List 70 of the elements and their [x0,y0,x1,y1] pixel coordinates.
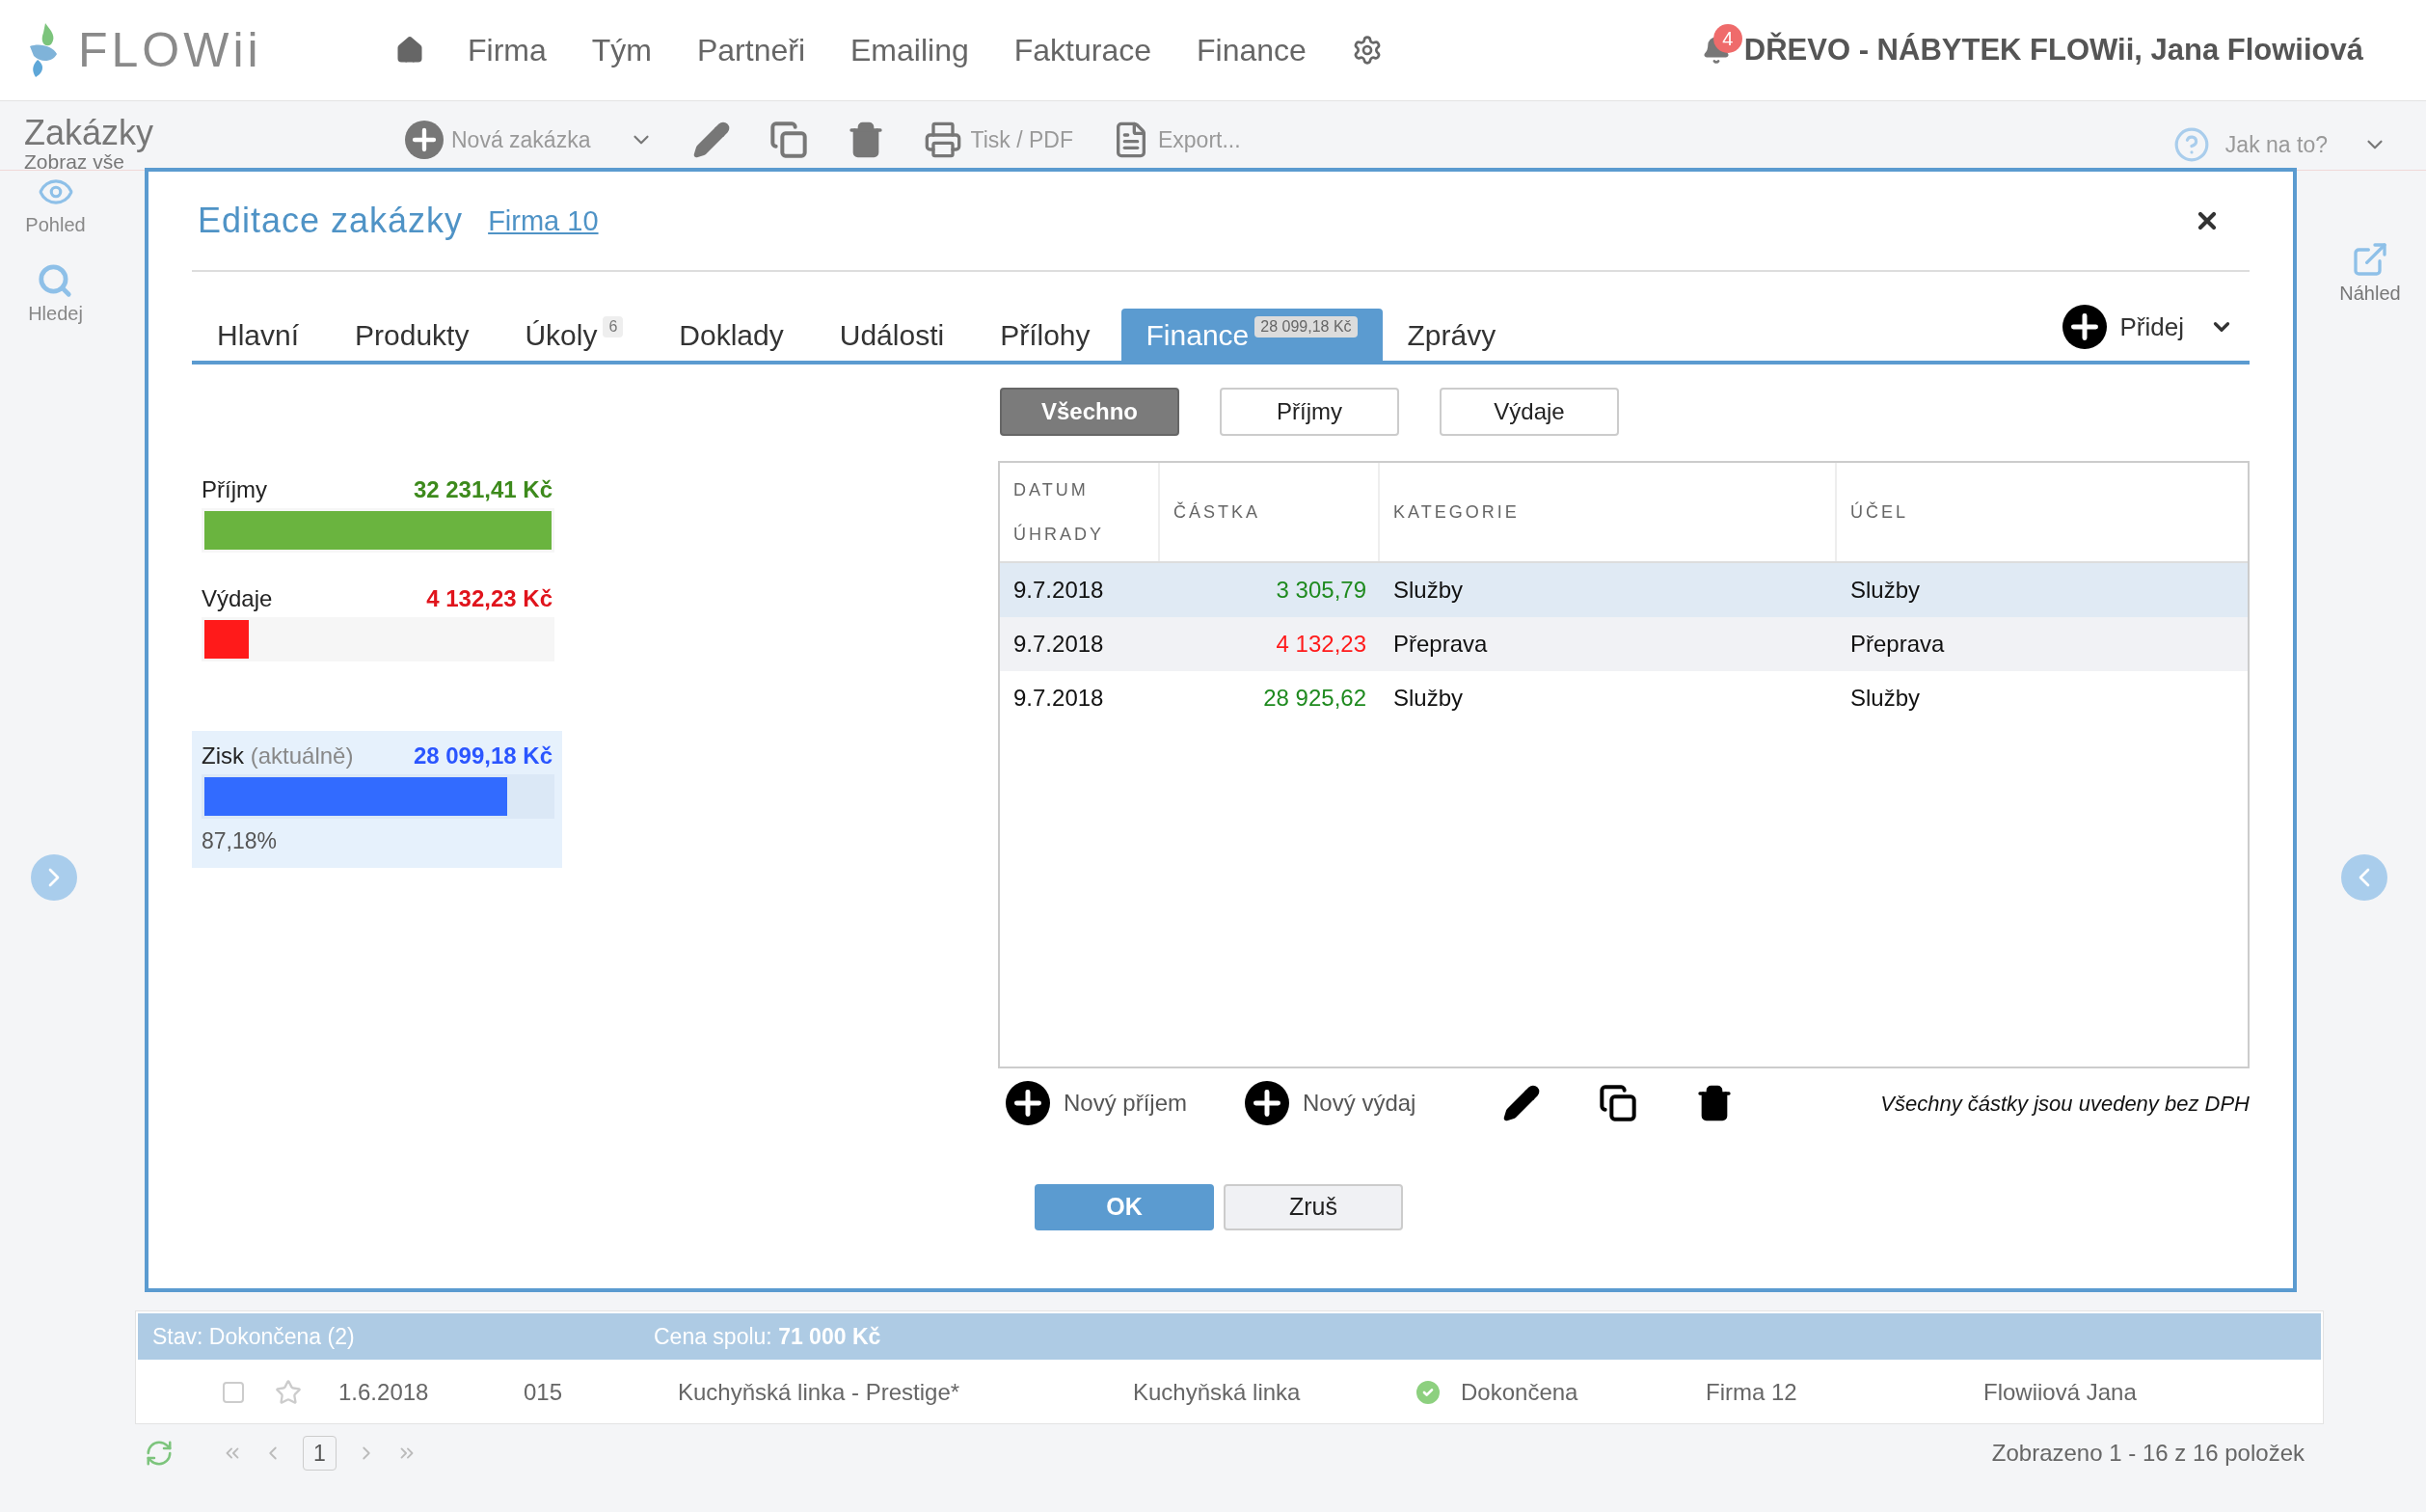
pager-info: Zobrazeno 1 - 16 z 16 položek [1991,1439,2305,1468]
nav-link[interactable]: Finance [1197,27,1307,73]
action-button[interactable]: Nový příjem [1006,1081,1188,1125]
table-row[interactable]: 9.7.2018 4 132,23 Přeprava Přeprava [1000,617,2248,671]
company-link[interactable]: Firma 10 [488,201,599,243]
column-header[interactable]: KATEGORIE [1380,463,1837,561]
group-total: Cena spolu: 71 000 Kč [654,1322,881,1351]
page-number[interactable]: 1 [303,1435,337,1472]
table-cell-text: 3 305,79 [1275,576,1367,605]
profit-percent: 87,18% [202,827,278,855]
summary-amount: 4 132,23 Kč [426,584,553,613]
action-button[interactable]: Nový výdaj [1245,1081,1416,1125]
page-title: Zakázky [24,115,155,151]
dialog-tab[interactable]: Úkoly 6 [499,309,649,361]
dialog-tab[interactable]: Produkty [330,309,495,361]
summary-label: Výdaje [202,584,273,613]
dialog-tab[interactable]: Přílohy [975,309,1116,361]
summary-amount: 32 231,41 Kč [413,475,553,504]
table-cell-text: Firma 12 [1706,1378,1798,1407]
filter-button[interactable]: Příjmy [1220,388,1399,436]
sidebar-item[interactable]: Hledej [28,262,83,328]
ok-button[interactable]: OK [1035,1184,1214,1230]
table-cell-text: Služby [1392,576,1465,605]
nav-link[interactable]: Fakturace [1013,27,1151,73]
vat-note: Všechny částky jsou uvedeny bez DPH [1880,1090,2250,1118]
logo-text: FLOWii [78,21,262,79]
summary-label: Zisk (aktuálně) [202,742,354,770]
table-cell-text: Dokončena [1461,1378,1579,1407]
nav-link[interactable]: Emailing [850,27,969,73]
filter-button[interactable]: Výdaje [1440,388,1619,436]
table-cell-text: 28 925,62 [1262,684,1367,713]
table-row[interactable]: 9.7.2018 3 305,79 Služby Služby [1000,563,2248,617]
dialog-title: Editace zakázky [198,200,464,242]
table-cell-text: Kuchyňská linka - Prestige* [678,1378,961,1407]
nav-link[interactable]: Partneři [696,27,805,73]
table-cell-text: 4 132,23 [1275,630,1367,659]
dialog-tab[interactable]: Hlavní [192,309,325,361]
table-cell-text: Služby [1392,684,1465,713]
summary-amount: 28 099,18 Kč [413,742,553,770]
table-cell-text: 1.6.2018 [338,1378,430,1407]
column-header[interactable]: ÚČEL [1837,463,2248,561]
dialog-tab[interactable]: Události [814,309,970,361]
group-label: Stav: Dokončena (2) [152,1322,356,1351]
column-header[interactable]: DATUM ÚHRADY [1000,463,1160,561]
table-cell-text: 015 [524,1378,564,1407]
table-cell-text: 9.7.2018 [1012,576,1105,605]
table-cell-text: Přeprava [1849,630,1946,659]
table-cell-text: Služby [1849,576,1922,605]
table-cell-text: Přeprava [1392,630,1489,659]
table-cell-text: 9.7.2018 [1012,630,1105,659]
dialog-tab[interactable]: Doklady [654,309,809,361]
sidebar-item[interactable]: Pohled [25,174,86,239]
table-cell-text: Flowiiová Jana [1983,1378,2137,1407]
tab-badge: 6 [603,316,624,338]
filter-button[interactable]: Všechno [1000,388,1179,436]
preview-button[interactable]: Náhled [2339,240,2401,308]
column-header[interactable]: ČÁSTKA [1160,463,1380,561]
dialog-tab[interactable]: Zprávy [1382,309,1522,361]
dialog-tab[interactable]: Finance 28 099,18 Kč [1120,309,1383,361]
tab-badge: 28 099,18 Kč [1254,316,1358,338]
table-cell-text: 9.7.2018 [1012,684,1105,713]
nav-link[interactable]: Tým [591,27,652,73]
table-cell-text: Služby [1849,684,1922,713]
account-name[interactable]: DŘEVO - NÁBYTEK FLOWii, Jana Flowiiová [1743,27,2363,73]
notification-badge: 4 [1712,24,1742,53]
table-cell-text: Kuchyňská linka [1133,1378,1302,1407]
cancel-button[interactable]: Zruš [1224,1184,1403,1230]
summary-label: Příjmy [202,475,267,504]
nav-link[interactable]: Firma [468,27,547,73]
add-menu-button[interactable]: Přidej [2062,305,2234,349]
